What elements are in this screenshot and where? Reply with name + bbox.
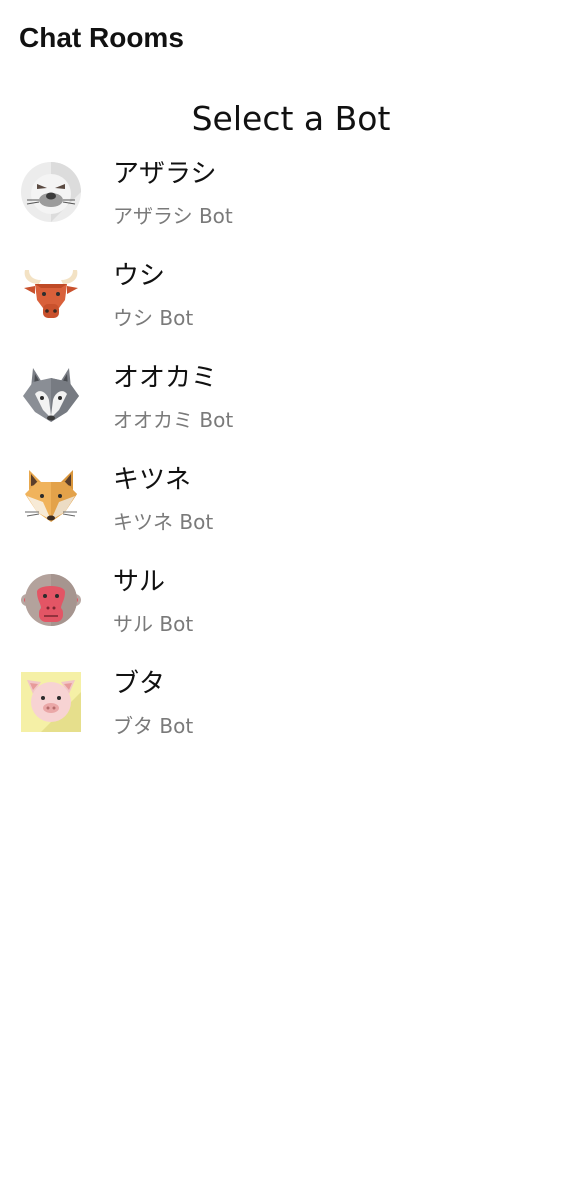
page-title: Select a Bot [191, 99, 391, 138]
app-bar: Chat Rooms [0, 0, 582, 78]
bot-item-wolf[interactable]: オオカミ オオカミ Bot [0, 356, 582, 458]
pig-icon [21, 672, 81, 732]
bot-item-pig[interactable]: ブタ ブタ Bot [0, 662, 582, 764]
bot-name: オオカミ [113, 363, 218, 393]
bot-item-monkey[interactable]: サル サル Bot [0, 560, 582, 662]
bot-subtitle: サル Bot [113, 612, 194, 636]
bot-subtitle: オオカミ Bot [113, 408, 234, 432]
bot-name: ウシ [113, 261, 166, 291]
bot-subtitle: ブタ Bot [113, 714, 194, 738]
wolf-icon [21, 366, 81, 426]
bot-subtitle: キツネ Bot [113, 510, 214, 534]
cow-icon [21, 264, 81, 324]
app-title: Chat Rooms [19, 22, 184, 53]
bot-name: ブタ [113, 669, 166, 699]
bot-name: キツネ [113, 465, 192, 495]
seal-icon [21, 162, 81, 222]
bot-subtitle: アザラシ Bot [113, 204, 233, 228]
bot-subtitle: ウシ Bot [113, 306, 194, 330]
bot-item-cow[interactable]: ウシ ウシ Bot [0, 254, 582, 356]
monkey-icon [21, 570, 81, 630]
bot-list: アザラシ アザラシ Bot ウシ ウシ Bot オオカミ オオカミ Bot キツ… [0, 152, 582, 764]
bot-item-fox[interactable]: キツネ キツネ Bot [0, 458, 582, 560]
bot-item-seal[interactable]: アザラシ アザラシ Bot [0, 152, 582, 254]
bot-name: アザラシ [113, 159, 217, 189]
fox-icon [21, 468, 81, 528]
bot-name: サル [113, 567, 166, 597]
